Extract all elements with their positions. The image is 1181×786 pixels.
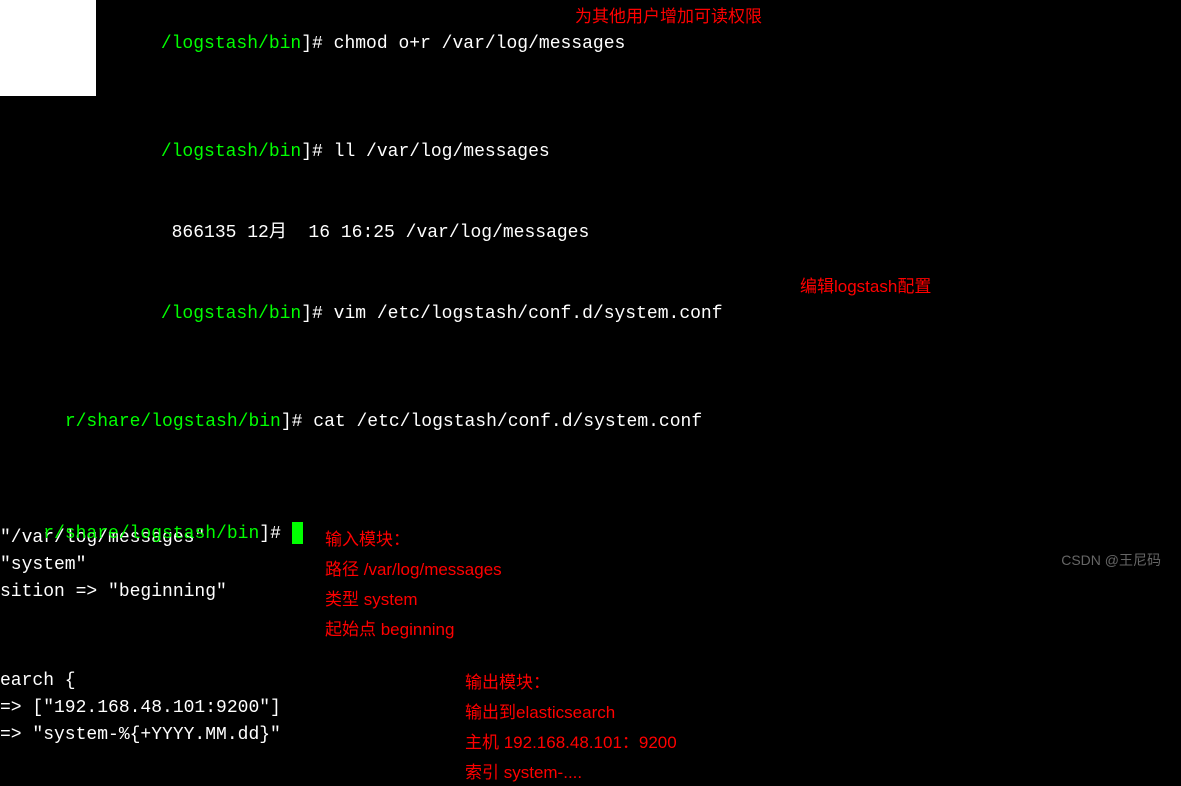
command-text: vim /etc/logstash/conf.d/system.conf bbox=[334, 304, 723, 324]
cursor-icon bbox=[292, 522, 303, 544]
annotation-input-title: 输入模块： bbox=[325, 527, 410, 553]
annotation-output-title: 输出模块： bbox=[465, 670, 550, 696]
config-line: => "system-%{+YYYY.MM.dd}" bbox=[0, 725, 281, 745]
config-line: earch { bbox=[0, 671, 76, 691]
terminal-window[interactable]: /logstash/bin]# chmod o+r /var/log/messa… bbox=[0, 0, 1181, 579]
prompt-end: ]# bbox=[301, 142, 333, 162]
prompt-end: ]# bbox=[301, 34, 333, 54]
annotation-output-target: 输出到elasticsearch bbox=[465, 700, 615, 726]
output-module-block: earch { => ["192.168.48.101:9200"] => "s… bbox=[0, 668, 1181, 749]
command-text: chmod o+r /var/log/messages bbox=[334, 34, 626, 54]
csdn-watermark: CSDN @王尼码 bbox=[1061, 550, 1161, 571]
annotation-input-type: 类型 system bbox=[325, 587, 418, 613]
prompt-path: /logstash/bin bbox=[65, 304, 301, 324]
prompt-end: ]# bbox=[301, 304, 333, 324]
prompt-path: r/share/logstash/bin bbox=[65, 412, 281, 432]
command-line-1: /logstash/bin]# chmod o+r /var/log/messa… bbox=[0, 4, 1181, 112]
top-command-block: /logstash/bin]# chmod o+r /var/log/messa… bbox=[0, 0, 1181, 463]
output-text: 866135 12月 16 16:25 /var/log/messages bbox=[65, 223, 589, 243]
prompt-path: /logstash/bin bbox=[65, 34, 301, 54]
prompt-end: ]# bbox=[281, 412, 313, 432]
annotation-output-index: 索引 system-.... bbox=[465, 760, 582, 786]
command-line-3: /logstash/bin]# vim /etc/logstash/conf.d… bbox=[0, 274, 1181, 382]
command-text: cat /etc/logstash/conf.d/system.conf bbox=[313, 412, 702, 432]
config-line: => ["192.168.48.101:9200"] bbox=[0, 698, 281, 718]
annotation-output-host: 主机 192.168.48.101：9200 bbox=[465, 730, 677, 756]
ll-output: 866135 12月 16 16:25 /var/log/messages bbox=[0, 193, 1181, 274]
prompt-path: /logstash/bin bbox=[65, 142, 301, 162]
annotation-vim: 编辑logstash配置 bbox=[800, 274, 931, 300]
bottom-prompt-line[interactable]: r/share/logstash/bin]# bbox=[0, 494, 303, 575]
prompt-path: r/share/logstash/bin bbox=[43, 524, 259, 544]
config-line: sition => "beginning" bbox=[0, 582, 227, 602]
prompt-end: ]# bbox=[259, 524, 291, 544]
annotation-input-start: 起始点 beginning bbox=[325, 617, 454, 643]
command-text: ll /var/log/messages bbox=[334, 142, 550, 162]
command-line-4: r/share/logstash/bin]# cat /etc/logstash… bbox=[0, 382, 1181, 463]
annotation-chmod: 为其他用户增加可读权限 bbox=[575, 4, 762, 30]
command-line-2: /logstash/bin]# ll /var/log/messages bbox=[0, 112, 1181, 193]
